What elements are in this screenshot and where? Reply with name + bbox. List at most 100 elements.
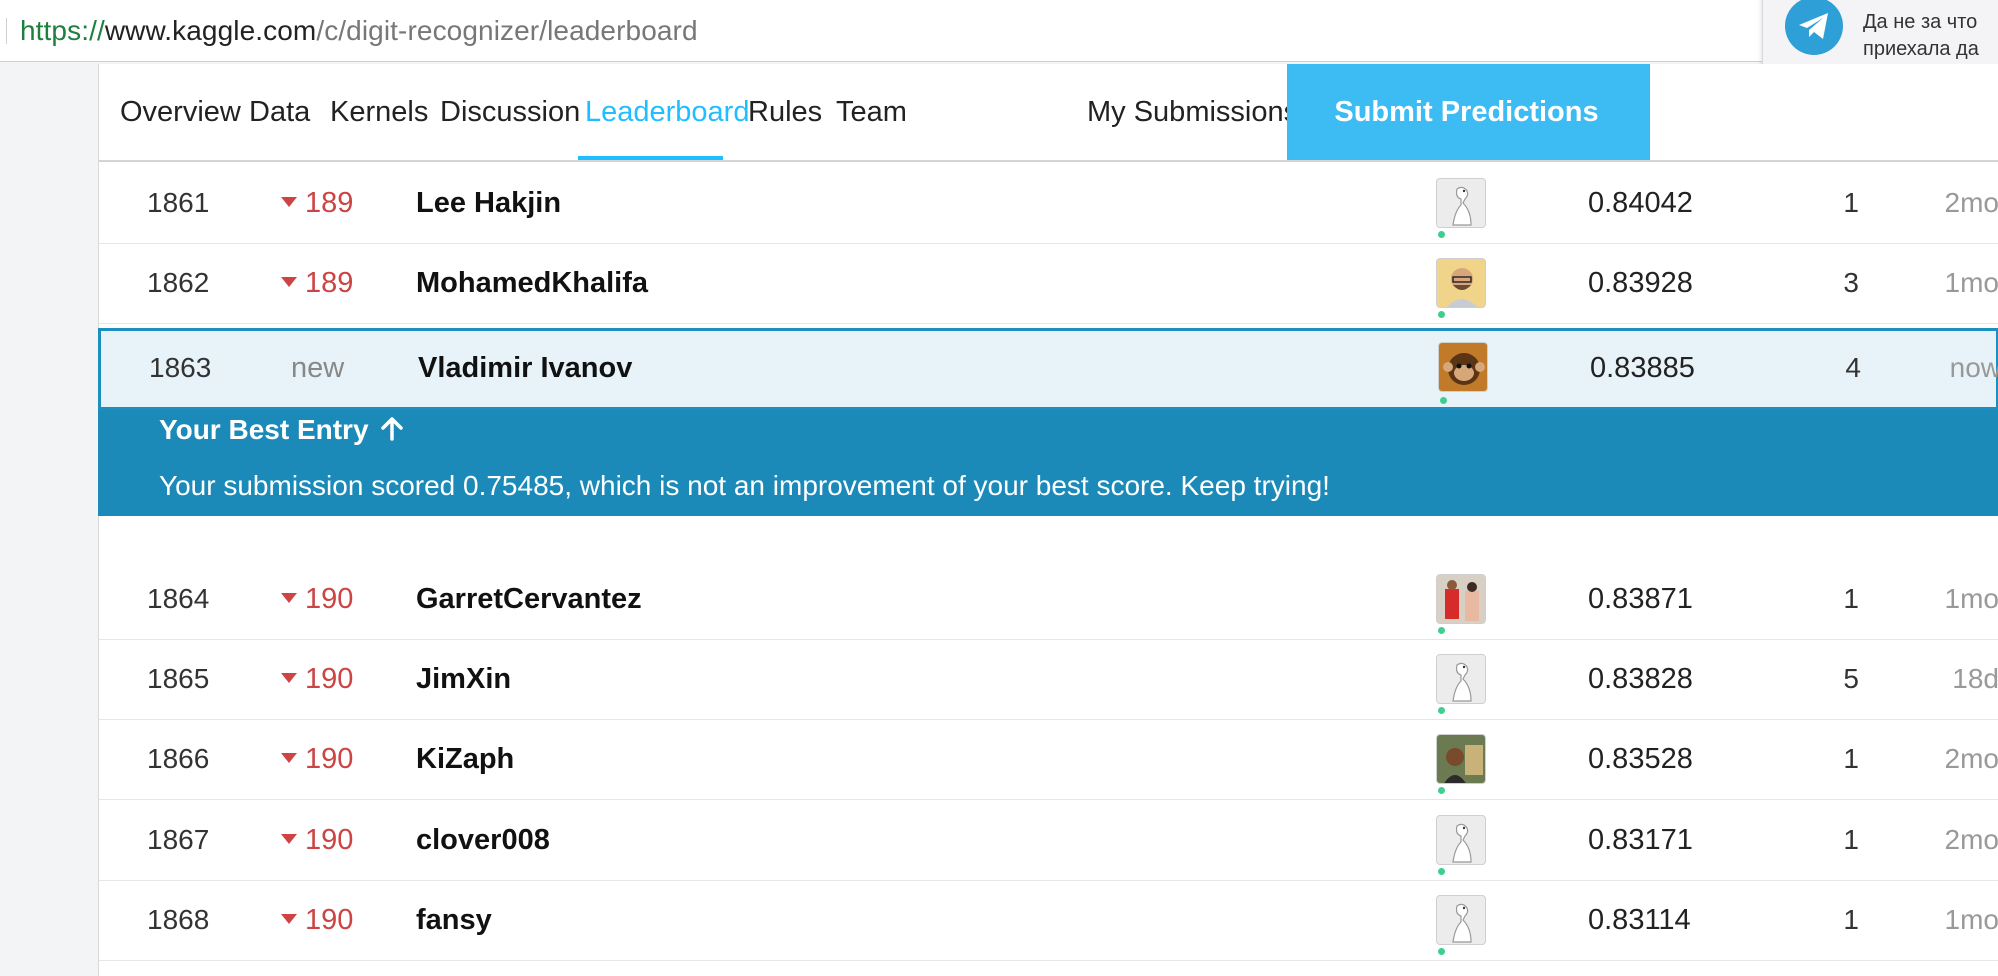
url-scheme: https:// [20,15,105,46]
table-row[interactable]: 1867 190 clover008 0.83171 1 2mo [99,801,1998,881]
rank-down-icon [281,673,297,684]
rank: 1865 [147,663,210,694]
my-submissions-link[interactable]: My Submissions [1087,92,1298,132]
competition-page: Overview Data Kernels Discussion Leaderb… [98,64,1998,976]
rank-change: 190 [281,741,353,777]
online-status-dot [1438,868,1445,875]
online-status-dot [1438,311,1445,318]
team-name[interactable]: GarretCervantez [416,581,642,617]
table-row[interactable]: 1864 190 GarretCervantez 0.83871 1 1mo [99,560,1998,640]
score: 0.83828 [1588,663,1693,695]
monkey-avatar[interactable] [1438,342,1488,392]
team-name[interactable]: JimXin [416,661,511,697]
rank: 1864 [147,583,210,614]
rank-down-icon [281,593,297,604]
rank-change-value: 190 [305,904,354,936]
submit-predictions-button[interactable]: Submit Predictions [1287,64,1650,160]
score: 0.84042 [1588,187,1693,219]
last-submission: now [1949,352,1998,383]
tab-data[interactable]: Data [249,92,310,132]
default-goose-avatar[interactable] [1436,178,1486,228]
rank-down-icon [281,834,297,845]
rank-down-icon [281,914,297,925]
notification-line-2: приехала да [1863,38,1979,60]
entries-count: 1 [1843,824,1859,855]
last-submission: 2mo [1944,187,1998,218]
tab-team[interactable]: Team [836,92,907,132]
team-name[interactable]: Vladimir Ivanov [418,350,632,386]
default-goose-avatar[interactable] [1436,815,1486,865]
rank: 1866 [147,743,210,774]
team-name[interactable]: clover008 [416,822,550,858]
entries-count: 1 [1843,583,1859,614]
entries-count: 1 [1843,743,1859,774]
rank-change: 189 [281,185,353,221]
photo-avatar[interactable] [1436,574,1486,624]
rank-change-value: 189 [305,267,354,299]
browser-address-bar[interactable]: https://www.kaggle.com/c/digit-recognize… [0,0,1998,62]
rank-change: 190 [281,902,353,938]
rank: 1863 [149,352,212,383]
last-submission: 1mo [1944,904,1998,935]
online-status-dot [1438,627,1445,634]
notification-line-1: Да не за что [1863,11,1978,33]
tab-leaderboard[interactable]: Leaderboard [585,92,749,132]
rank: 1868 [147,904,210,935]
rank-change: 190 [281,661,353,697]
rank-change: new [291,350,344,386]
tab-overview[interactable]: Overview [120,92,241,132]
rank: 1867 [147,824,210,855]
tab-discussion[interactable]: Discussion [440,92,580,132]
online-status-dot [1438,948,1445,955]
rank-change-value: 190 [305,583,354,615]
submit-predictions-label: Submit Predictions [1334,95,1599,128]
online-status-dot [1438,787,1445,794]
last-submission: 1mo [1944,583,1998,614]
tab-kernels[interactable]: Kernels [330,92,428,132]
online-status-dot [1438,707,1445,714]
table-row[interactable]: 1865 190 JimXin 0.83828 5 18d [99,640,1998,720]
score: 0.83928 [1588,267,1693,299]
entries-count: 1 [1843,187,1859,218]
score: 0.83871 [1588,583,1693,615]
best-entry-message: Your submission scored 0.75485, which is… [159,470,1330,501]
score: 0.83528 [1588,743,1693,775]
rank-change-value: 190 [305,663,354,695]
rank-change-value: 190 [305,824,354,856]
last-submission: 2mo [1944,743,1998,774]
rank-change-value: 190 [305,743,354,775]
arrow-up-icon [381,417,403,441]
table-row[interactable]: 1866 190 KiZaph 0.83528 1 2mo [99,720,1998,800]
team-name[interactable]: KiZaph [416,741,514,777]
rank-down-icon [281,197,297,208]
url-text[interactable]: https://www.kaggle.com/c/digit-recognize… [20,14,698,48]
default-goose-avatar[interactable] [1436,895,1486,945]
rank-down-icon [281,753,297,764]
last-submission: 18d [1952,663,1998,694]
photo-avatar[interactable] [1436,258,1486,308]
score: 0.83114 [1588,904,1691,936]
team-name[interactable]: Lee Hakjin [416,185,561,221]
current-user-row[interactable]: 1863 new Vladimir Ivanov 0.83885 4 now [98,328,1998,410]
competition-nav: Overview Data Kernels Discussion Leaderb… [99,64,1998,162]
rank-change: 190 [281,822,353,858]
entries-count: 5 [1843,663,1859,694]
score: 0.83885 [1590,352,1695,384]
team-name[interactable]: MohamedKhalifa [416,265,648,301]
tab-rules[interactable]: Rules [748,92,822,132]
online-status-dot [1440,397,1447,404]
telegram-icon [1785,0,1843,55]
last-submission: 1mo [1944,267,1998,298]
url-path: /c/digit-recognizer/leaderboard [316,15,698,46]
table-row[interactable]: 1862 189 MohamedKhalifa 0.83928 3 1mo [99,244,1998,324]
entries-count: 3 [1843,267,1859,298]
rank-change: 189 [281,265,353,301]
default-goose-avatar[interactable] [1436,654,1486,704]
team-name[interactable]: fansy [416,902,492,938]
photo-avatar[interactable] [1436,734,1486,784]
active-tab-indicator [578,156,723,160]
table-row[interactable]: 1861 189 Lee Hakjin 0.84042 1 2mo [99,164,1998,244]
table-row[interactable]: 1868 190 fansy 0.83114 1 1mo [99,881,1998,961]
online-status-dot [1438,231,1445,238]
url-host: www.kaggle.com [104,15,317,46]
